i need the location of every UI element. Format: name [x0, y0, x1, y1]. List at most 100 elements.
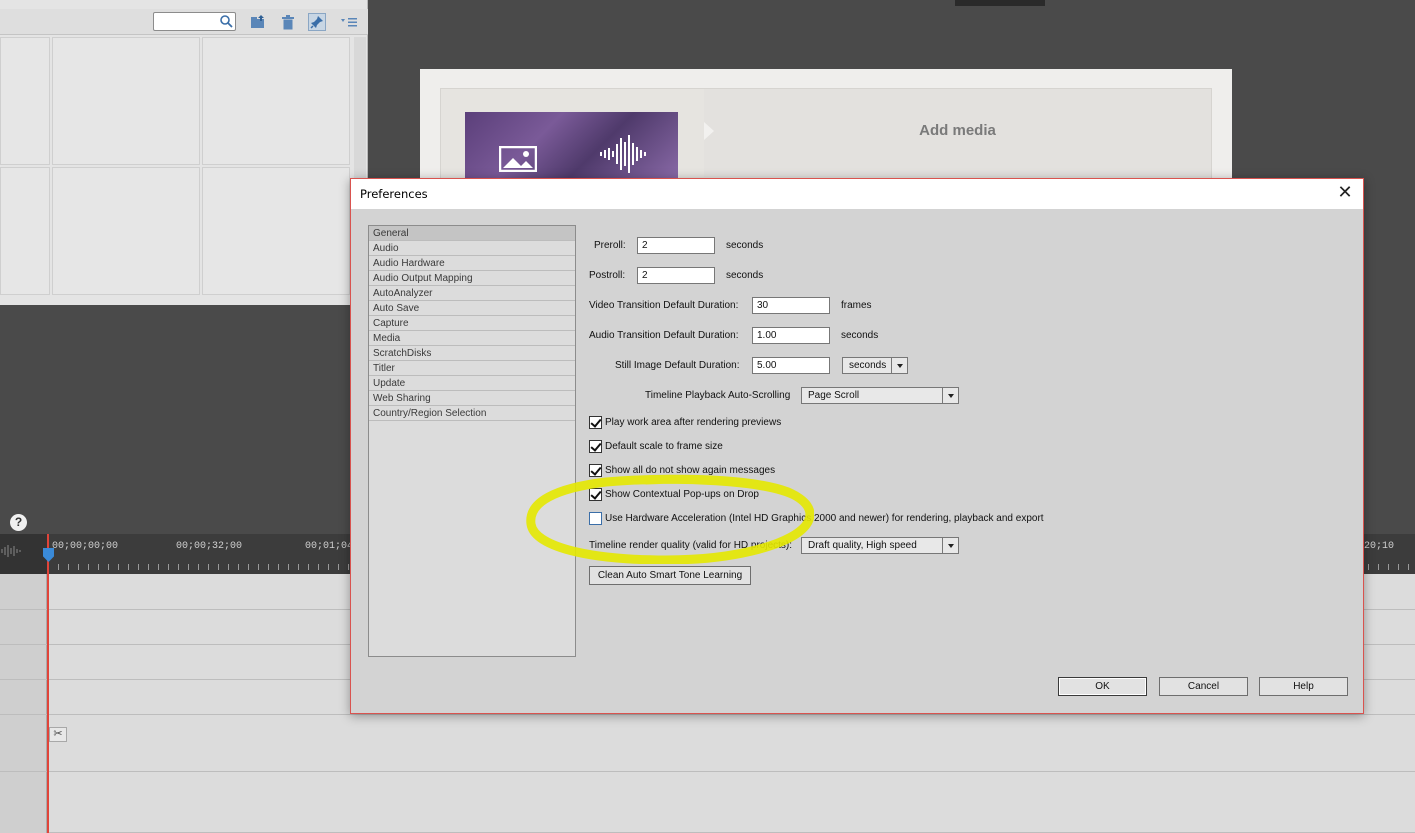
help-button[interactable]: Help	[1259, 677, 1348, 696]
category-item-update[interactable]: Update	[369, 376, 575, 391]
add-media-pointer	[704, 122, 714, 140]
category-item-auto-save[interactable]: Auto Save	[369, 301, 575, 316]
contextual-popups-label: Show Contextual Pop-ups on Drop	[605, 489, 759, 500]
asset-cell[interactable]	[52, 37, 200, 165]
postroll-input[interactable]: 2	[637, 267, 715, 284]
hardware-acceleration-label: Use Hardware Acceleration (Intel HD Grap…	[605, 513, 1044, 524]
chevron-down-icon[interactable]	[942, 388, 958, 403]
cancel-button[interactable]: Cancel	[1159, 677, 1248, 696]
contextual-popups-checkbox-row[interactable]: Show Contextual Pop-ups on Drop	[589, 487, 759, 502]
audio-wave-icon	[1, 545, 21, 557]
asset-cell[interactable]	[0, 37, 50, 165]
render-quality-label: Timeline render quality (valid for HD pr…	[589, 540, 793, 551]
scissors-icon[interactable]: ✂	[49, 727, 67, 742]
play-work-area-checkbox-row[interactable]: Play work area after rendering previews	[589, 415, 781, 430]
assets-toolbar	[0, 9, 368, 35]
track-row[interactable]	[0, 715, 1415, 772]
add-media-label: Add media	[919, 122, 996, 139]
track-header[interactable]	[0, 680, 47, 714]
category-item-capture[interactable]: Capture	[369, 316, 575, 331]
preferences-dialog: Preferences ✕ General Audio Audio Hardwa…	[350, 178, 1364, 714]
track-header[interactable]	[0, 715, 47, 771]
default-scale-checkbox[interactable]	[589, 440, 602, 453]
asset-grid	[0, 37, 352, 297]
help-icon[interactable]: ?	[10, 514, 27, 531]
playhead-line[interactable]	[47, 534, 49, 833]
dialog-titlebar[interactable]: Preferences ✕	[351, 179, 1363, 209]
audio-transition-label: Audio Transition Default Duration:	[589, 330, 739, 341]
timecode-label: 00;00;00;00	[52, 541, 119, 552]
default-scale-checkbox-row[interactable]: Default scale to frame size	[589, 439, 723, 454]
asset-cell[interactable]	[202, 37, 350, 165]
audio-transition-input[interactable]: 1.00	[752, 327, 830, 344]
hardware-acceleration-checkbox-row[interactable]: Use Hardware Acceleration (Intel HD Grap…	[589, 511, 1044, 526]
monitor-tab-strip	[955, 0, 1045, 6]
panel-menu-icon[interactable]	[339, 13, 359, 31]
image-icon	[499, 146, 537, 172]
postroll-label: Postroll:	[589, 270, 626, 281]
video-transition-unit: frames	[841, 300, 872, 311]
autoscroll-select[interactable]: Page Scroll	[801, 387, 959, 404]
asset-cell[interactable]	[52, 167, 200, 295]
project-assets-panel	[0, 0, 368, 305]
default-scale-label: Default scale to frame size	[605, 441, 723, 452]
preroll-input[interactable]: 2	[637, 237, 715, 254]
show-messages-label: Show all do not show again messages	[605, 465, 776, 476]
asset-cell[interactable]	[202, 167, 350, 295]
preroll-label: Preroll:	[594, 240, 626, 251]
category-item-audio-hardware[interactable]: Audio Hardware	[369, 256, 575, 271]
dialog-title: Preferences	[360, 187, 428, 201]
play-work-area-checkbox[interactable]	[589, 416, 602, 429]
audio-meter-strip	[0, 534, 48, 574]
track-header[interactable]	[0, 574, 47, 609]
track-header[interactable]	[0, 772, 47, 833]
render-quality-value: Draft quality, High speed	[808, 540, 917, 551]
category-item-web-sharing[interactable]: Web Sharing	[369, 391, 575, 406]
audio-transition-unit: seconds	[841, 330, 879, 341]
search-input[interactable]	[153, 12, 236, 31]
pin-icon[interactable]	[308, 13, 326, 31]
still-image-unit-select[interactable]: seconds	[842, 357, 908, 374]
still-image-label: Still Image Default Duration:	[615, 360, 740, 371]
track-row[interactable]	[0, 772, 1415, 833]
autoscroll-value: Page Scroll	[808, 390, 860, 401]
folder-up-icon[interactable]	[249, 13, 267, 31]
track-header[interactable]	[0, 645, 47, 679]
ok-button[interactable]: OK	[1058, 677, 1147, 696]
video-transition-input[interactable]: 30	[752, 297, 830, 314]
category-list: General Audio Audio Hardware Audio Outpu…	[368, 225, 576, 657]
category-item-media[interactable]: Media	[369, 331, 575, 346]
close-icon[interactable]: ✕	[1336, 184, 1354, 202]
category-item-audio[interactable]: Audio	[369, 241, 575, 256]
media-thumbnail[interactable]	[465, 112, 678, 182]
show-messages-checkbox-row[interactable]: Show all do not show again messages	[589, 463, 775, 478]
render-quality-select[interactable]: Draft quality, High speed	[801, 537, 959, 554]
category-item-scratchdisks[interactable]: ScratchDisks	[369, 346, 575, 361]
chevron-down-icon[interactable]	[891, 358, 907, 373]
postroll-unit: seconds	[726, 270, 764, 281]
category-item-autoanalyzer[interactable]: AutoAnalyzer	[369, 286, 575, 301]
track-header[interactable]	[0, 610, 47, 644]
still-image-unit-value: seconds	[849, 360, 887, 371]
chevron-down-icon[interactable]	[942, 538, 958, 553]
contextual-popups-checkbox[interactable]	[589, 488, 602, 501]
show-messages-checkbox[interactable]	[589, 464, 602, 477]
timecode-label: 00;00;32;00	[176, 541, 243, 552]
trash-icon[interactable]	[279, 13, 297, 31]
audio-wave-icon	[600, 135, 646, 173]
category-item-audio-output-mapping[interactable]: Audio Output Mapping	[369, 271, 575, 286]
play-work-area-label: Play work area after rendering previews	[605, 417, 782, 428]
video-transition-label: Video Transition Default Duration:	[589, 300, 739, 311]
autoscroll-label: Timeline Playback Auto-Scrolling	[645, 390, 791, 401]
hardware-acceleration-checkbox[interactable]	[589, 512, 602, 525]
clean-smart-tone-button[interactable]: Clean Auto Smart Tone Learning	[589, 566, 751, 585]
category-item-general[interactable]: General	[369, 226, 575, 241]
preroll-unit: seconds	[726, 240, 764, 251]
add-media-pane[interactable]: Add media	[704, 89, 1211, 177]
timecode-label: 20;10	[1364, 541, 1395, 552]
search-icon[interactable]	[219, 14, 233, 28]
category-item-country-region[interactable]: Country/Region Selection	[369, 406, 575, 421]
category-item-titler[interactable]: Titler	[369, 361, 575, 376]
still-image-input[interactable]: 5.00	[752, 357, 830, 374]
asset-cell[interactable]	[0, 167, 50, 295]
